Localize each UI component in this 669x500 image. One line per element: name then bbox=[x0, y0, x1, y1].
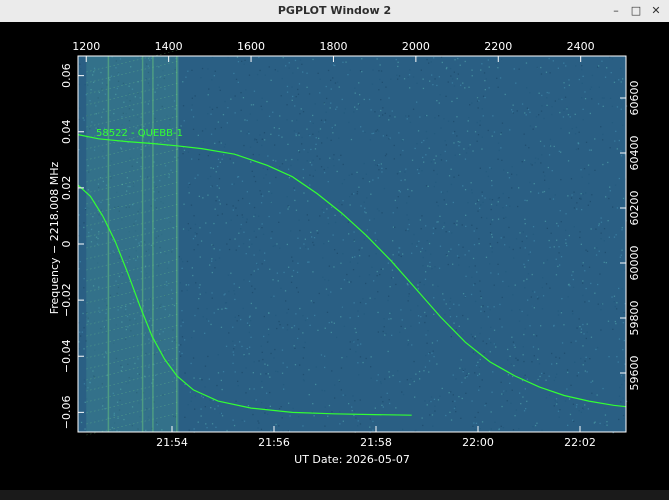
minimize-icon[interactable]: – bbox=[609, 4, 623, 18]
top-tick-label: 2400 bbox=[567, 40, 595, 53]
left-tick-label: 0.06 bbox=[60, 63, 73, 88]
right-tick-label: 60000 bbox=[628, 246, 641, 281]
left-tick-label: −0.06 bbox=[60, 395, 73, 429]
bottom-tick-label: 22:00 bbox=[462, 436, 494, 449]
bottom-tick-label: 21:58 bbox=[360, 436, 392, 449]
top-tick-label: 1400 bbox=[155, 40, 183, 53]
left-tick-label: 0 bbox=[60, 241, 73, 248]
top-tick-label: 1600 bbox=[237, 40, 265, 53]
left-tick-label: −0.02 bbox=[60, 283, 73, 317]
right-tick-label: 59600 bbox=[628, 356, 641, 391]
waterfall-plot: 1200 1400 1600 1800 2000 2200 2400 21:54 21:56 2… bbox=[48, 40, 641, 466]
left-tick-label: 0.04 bbox=[60, 120, 73, 145]
close-icon[interactable]: ✕ bbox=[649, 4, 663, 18]
top-tick-label: 1200 bbox=[72, 40, 100, 53]
top-tick-label: 1800 bbox=[319, 40, 347, 53]
y-axis-label: Frequency − 2218.008 MHz bbox=[48, 162, 61, 315]
left-tick-label: −0.04 bbox=[60, 339, 73, 373]
satellite-annotation: 58522 - QUEBB-1 bbox=[96, 128, 183, 139]
bottom-bar bbox=[0, 490, 669, 500]
top-tick-label: 2000 bbox=[402, 40, 430, 53]
right-tick-label: 59800 bbox=[628, 301, 641, 336]
right-tick-label: 60400 bbox=[628, 136, 641, 171]
bottom-tick-label: 21:54 bbox=[156, 436, 188, 449]
left-tick-label: 0.02 bbox=[60, 176, 73, 201]
bottom-tick-label: 21:56 bbox=[258, 436, 290, 449]
plot-window: 1200 1400 1600 1800 2000 2200 2400 21:54 21:56 2… bbox=[0, 22, 669, 490]
top-tick-label: 2200 bbox=[484, 40, 512, 53]
right-tick-label: 60600 bbox=[628, 81, 641, 116]
window-title: PGPLOT Window 2 bbox=[277, 4, 392, 17]
maximize-icon[interactable]: □ bbox=[629, 4, 643, 18]
rfi-band bbox=[86, 49, 180, 436]
x-axis-label: UT Date: 2026-05-07 bbox=[294, 453, 410, 466]
window-titlebar: PGPLOT Window 2 – □ ✕ bbox=[0, 0, 669, 23]
right-tick-label: 60200 bbox=[628, 191, 641, 226]
bottom-tick-label: 22:02 bbox=[564, 436, 596, 449]
